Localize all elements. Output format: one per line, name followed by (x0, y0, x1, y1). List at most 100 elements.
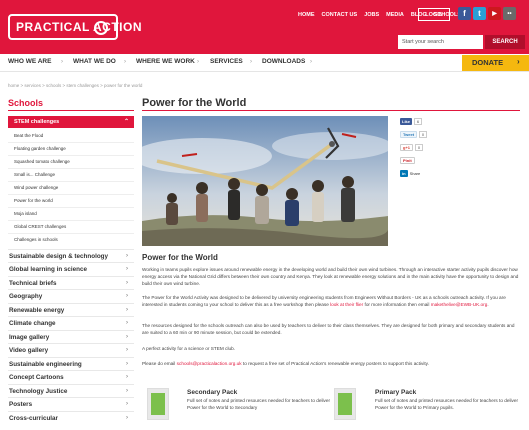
sidebar-item[interactable]: Posters › (8, 397, 134, 412)
flier-link[interactable]: look at their flier (330, 302, 363, 307)
nav-chevron-icon: › (197, 59, 199, 65)
flickr-icon[interactable]: •• (503, 7, 516, 20)
chevron-right-icon: › (126, 415, 128, 421)
secondary-pack-description: Full set of notes and printed resources … (187, 398, 331, 410)
chevron-right-icon: › (126, 374, 128, 380)
secondary-pack-thumbnail[interactable] (147, 388, 169, 420)
chevron-right-icon: › (126, 347, 128, 353)
sidebar-item[interactable]: Concept Cartoons › (8, 370, 134, 385)
main-navigation: WHO WE ARE › WHAT WE DO › WHERE WE WORK … (0, 54, 529, 72)
thumbnail-image (338, 393, 352, 415)
facebook-like-button[interactable]: Like 6 (400, 117, 430, 125)
sidebar-item-label: Concept Cartoons (9, 374, 64, 381)
google-plus-button[interactable]: g+1 0 (400, 143, 430, 151)
sidebar-item-label: Sustainable design & technology (9, 253, 109, 260)
sidebar-item[interactable]: Cross-curricular › (8, 411, 134, 426)
sidebar-item-label: Technical briefs (9, 280, 57, 287)
chevron-right-icon: › (126, 266, 128, 272)
chevron-right-icon: › (126, 293, 128, 299)
chevron-right-icon: › (126, 307, 128, 313)
tweet-button[interactable]: Tweet 0 (400, 130, 430, 138)
stem-club-paragraph: A perfect activity for a science or STEM… (142, 346, 236, 351)
pinterest-button[interactable]: Pinit (400, 156, 430, 164)
sidebar-subitem[interactable]: Squashed tomato challenge (14, 159, 70, 164)
text: Please do email (142, 361, 177, 366)
sidebar-subitem[interactable]: Beat the Flood (14, 133, 43, 138)
sidebar-subitem[interactable]: Challenges in schools (14, 237, 58, 242)
sidebar-subitem[interactable]: Small is... Challenge (14, 172, 55, 177)
logo-ring-icon (94, 21, 108, 35)
sidebar-item-label: Sustainable engineering (9, 361, 82, 368)
top-link-contact[interactable]: CONTACT US (322, 12, 358, 18)
intro-paragraph: Working in teams pupils explore issues a… (142, 267, 519, 286)
text: for more information then email (363, 302, 431, 307)
like-label: Like (400, 117, 413, 125)
search-button[interactable]: SEARCH (485, 35, 525, 49)
chevron-right-icon: › (126, 334, 128, 340)
tweet-count: 0 (419, 130, 428, 138)
sidebar-title: Schools (8, 98, 44, 108)
schools-email-link[interactable]: schools@practicalaction.org.uk (177, 361, 242, 366)
sidebar-item-label: Climate change (9, 320, 56, 327)
sidebar-item-label: Cross-curricular (9, 415, 58, 422)
sidebar-item-label: Geography (9, 293, 43, 300)
nav-chevron-icon: › (250, 59, 252, 65)
chevron-right-icon: › (126, 401, 128, 407)
text: to request a free set of Practical Actio… (241, 361, 429, 366)
gplus-count: 0 (415, 143, 424, 151)
sidebar-subitem[interactable]: Moja island (14, 211, 37, 216)
primary-pack-title[interactable]: Primary Pack (375, 389, 416, 396)
resources-paragraph: The resources designed for the schools o… (142, 323, 515, 335)
divider (8, 220, 134, 221)
section-title: Power for the World (142, 253, 218, 262)
chevron-right-icon: › (126, 361, 128, 367)
sidebar-subitem[interactable]: Global CREST challenges (14, 224, 66, 229)
search-input[interactable]: Start your search (398, 35, 483, 49)
chevron-right-icon: › (126, 388, 128, 394)
primary-pack-thumbnail[interactable] (334, 388, 356, 420)
youtube-icon[interactable]: ▶ (488, 7, 501, 20)
sidebar-item[interactable]: Climate change › (8, 316, 134, 331)
pinit-label: Pinit (400, 156, 415, 164)
nav-who-we-are[interactable]: WHO WE ARE (8, 58, 51, 65)
sidebar-item-label: Global learning in science (9, 266, 88, 273)
chevron-right-icon: › (126, 320, 128, 326)
sidebar-subitem[interactable]: Power for the world (14, 198, 53, 203)
chevron-right-icon: › (517, 57, 520, 66)
donate-button[interactable]: DONATE › (462, 55, 529, 71)
secondary-pack-title[interactable]: Secondary Pack (187, 389, 237, 396)
wind-turbine-photo (142, 116, 388, 246)
divider (8, 233, 134, 234)
chevron-right-icon: › (126, 253, 128, 259)
divider (8, 168, 134, 169)
sidebar-item[interactable]: Global learning in science › (8, 262, 134, 277)
nav-what-we-do[interactable]: WHAT WE DO (73, 58, 116, 65)
sidebar-item[interactable]: Geography › (8, 289, 134, 304)
breadcrumb[interactable]: home > services > schools > stem challen… (8, 83, 142, 88)
top-link-media[interactable]: MEDIA (386, 12, 404, 18)
chevron-up-icon: ⌃ (123, 119, 129, 125)
nav-services[interactable]: SERVICES (210, 58, 243, 65)
top-link-jobs[interactable]: JOBS (364, 12, 379, 18)
sidebar-item-stem-challenges[interactable]: STEM challenges ⌃ (8, 116, 134, 128)
divider (8, 181, 134, 182)
sidebar-subitem[interactable]: Wind power challenge (14, 185, 58, 190)
nav-where-we-work[interactable]: WHERE WE WORK (136, 58, 195, 65)
donate-label: DONATE (472, 58, 504, 67)
twitter-icon[interactable]: t (473, 7, 486, 20)
login-button[interactable]: LOGIN (418, 8, 450, 21)
facebook-icon[interactable]: f (458, 7, 471, 20)
thumbnail-image (151, 393, 165, 415)
sidebar-subitem[interactable]: Floating garden challenge (14, 146, 66, 151)
top-link-home[interactable]: HOME (298, 12, 315, 18)
email-link-ewb[interactable]: makethelive@EWB-UK.org (431, 302, 488, 307)
practical-action-logo[interactable]: PRACTICAL ACTION (8, 14, 142, 40)
nav-chevron-icon: › (310, 59, 312, 65)
sidebar-active-label: STEM challenges (14, 119, 60, 125)
nav-chevron-icon: › (61, 59, 63, 65)
linkedin-share-button[interactable]: in Share (400, 169, 430, 177)
outreach-paragraph: The Power for the World Activity was des… (142, 294, 522, 308)
sidebar-item[interactable]: Video gallery › (8, 343, 134, 358)
nav-downloads[interactable]: DOWNLOADS (262, 58, 305, 65)
like-count: 6 (414, 117, 423, 125)
